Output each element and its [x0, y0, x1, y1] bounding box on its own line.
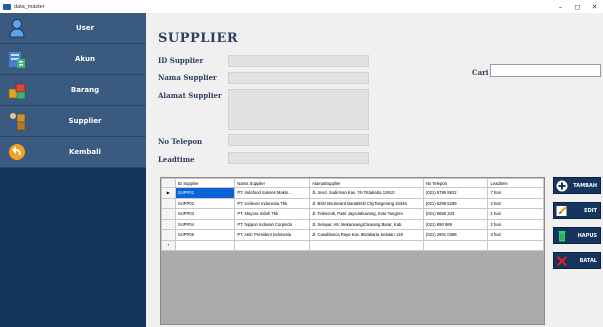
- table-cell[interactable]: (021) 890 989: [422, 218, 489, 230]
- sidebar-item-label: Kembali: [69, 148, 101, 156]
- supplier-icon: [10, 113, 26, 131]
- trash-icon: [558, 230, 566, 241]
- table-cell[interactable]: SUPP04: [174, 218, 236, 230]
- table-cell[interactable]: (021) 5655 333: [422, 208, 489, 220]
- sidebar-item-supplier[interactable]: Supplier: [0, 106, 146, 137]
- table-cell[interactable]: [309, 239, 424, 251]
- table-cell[interactable]: [174, 239, 236, 251]
- table-cell[interactable]: PT. Indofood Sukses Makm...: [234, 187, 311, 199]
- add-icon: [556, 180, 568, 191]
- table-cell[interactable]: (021) 5795 8822: [422, 187, 489, 199]
- table-cell[interactable]: [422, 239, 489, 251]
- window-controls: – ◻ ✕: [552, 0, 603, 13]
- no-telepon-label: No Telepon: [158, 137, 203, 146]
- nama-supplier-field[interactable]: [228, 72, 369, 84]
- table-cell[interactable]: 3 hari: [487, 229, 544, 241]
- table-cell[interactable]: Jl. BSD Boulevard BaratBSD CityTangerang…: [309, 197, 424, 209]
- window-title: data_master: [14, 3, 45, 10]
- table-cell[interactable]: PT. Unilever Indonesia Tbk: [234, 197, 311, 209]
- table-cell[interactable]: Jl. Casablanca Raya Kav. 88Jakarta Selat…: [309, 229, 424, 241]
- sidebar-item-akun[interactable]: Akun: [0, 44, 146, 75]
- table-cell[interactable]: Jl. Selayar, A9, MekarwangiCikarang Bara…: [309, 218, 424, 230]
- tambah-button-label: TAMBAH: [573, 182, 597, 189]
- table-cell[interactable]: [487, 239, 544, 251]
- table-cell[interactable]: 7 hari: [487, 187, 544, 199]
- user-icon: [9, 19, 25, 38]
- supplier-table[interactable]: ID Supplier Nama Supplier AlamatSupplier…: [160, 177, 545, 325]
- table-cell[interactable]: [234, 239, 311, 251]
- table-cell[interactable]: (021) 2901 0288: [422, 229, 489, 241]
- nama-supplier-label: Nama Supplier: [158, 73, 217, 82]
- column-header[interactable]: No Telepon: [422, 178, 489, 188]
- edit-button-label: EDIT: [584, 207, 597, 214]
- tambah-button[interactable]: TAMBAH: [553, 177, 601, 194]
- sidebar-item-kembali[interactable]: Kembali: [0, 137, 146, 168]
- edit-button[interactable]: EDIT: [553, 202, 601, 219]
- table-row[interactable]: SUPP03 PT. Mayora Indah Tbk Jl. Telesoni…: [161, 208, 544, 220]
- table-cell[interactable]: (021) 5299 5299: [422, 197, 489, 209]
- table-cell[interactable]: SUPP02: [174, 197, 236, 209]
- table-cell[interactable]: 1 hari: [487, 208, 544, 220]
- account-icon: [9, 52, 25, 68]
- leadtime-field[interactable]: [228, 152, 369, 164]
- no-telepon-field[interactable]: [228, 134, 369, 146]
- hapus-button-label: HAPUS: [577, 232, 597, 239]
- table-cell[interactable]: PT. ABC President Indonesia: [234, 229, 311, 241]
- table-cell[interactable]: 2 hari: [487, 218, 544, 230]
- table-cell[interactable]: PT. Mayora Indah Tbk: [234, 208, 311, 220]
- id-supplier-label: ID Supplier: [158, 56, 204, 65]
- alamat-supplier-field[interactable]: [228, 89, 369, 130]
- table-cell[interactable]: SUPP03: [174, 208, 236, 220]
- back-icon: [9, 144, 25, 160]
- batal-button-label: BATAL: [579, 257, 597, 264]
- sidebar: User Akun Barang Supplier Kembali: [0, 13, 146, 327]
- table-cell[interactable]: PT. Nippon Indosari Corpindo: [234, 218, 311, 230]
- new-row-indicator: *: [161, 239, 176, 251]
- sidebar-item-label: User: [75, 24, 95, 32]
- id-supplier-field[interactable]: [228, 55, 369, 67]
- maximize-button[interactable]: ◻: [569, 0, 586, 13]
- hapus-button[interactable]: HAPUS: [553, 227, 601, 244]
- table-row[interactable]: SUPP04 PT. Nippon Indosari Corpindo Jl. …: [161, 218, 544, 230]
- edit-icon: [556, 205, 567, 216]
- table-header-row: ID Supplier Nama Supplier AlamatSupplier…: [161, 178, 544, 188]
- title-bar: data_master – ◻ ✕: [0, 0, 603, 13]
- sidebar-item-label: Akun: [74, 55, 96, 63]
- cancel-x-icon: [557, 255, 567, 266]
- page-title: SUPPLIER: [158, 31, 239, 46]
- sidebar-item-barang[interactable]: Barang: [0, 75, 146, 106]
- sidebar-item-user[interactable]: User: [0, 13, 146, 44]
- row-header: [161, 218, 176, 230]
- app-icon: [3, 3, 11, 10]
- alamat-supplier-label: Alamat Supplier: [158, 91, 222, 100]
- sidebar-item-label: Barang: [70, 86, 100, 94]
- table-row[interactable]: ▶ SUPP01 PT. Indofood Sukses Makm... Jl.…: [161, 187, 544, 199]
- table-cell[interactable]: 2 hari: [487, 197, 544, 209]
- current-row-indicator: ▶: [161, 187, 176, 199]
- leadtime-label: Leadtime: [158, 155, 195, 164]
- column-header[interactable]: Leadtime: [487, 178, 544, 188]
- sidebar-item-label: Supplier: [68, 117, 102, 125]
- goods-icon: [8, 83, 26, 100]
- search-label: Cari: [472, 68, 489, 77]
- table-row[interactable]: SUPP02 PT. Unilever Indonesia Tbk Jl. BS…: [161, 197, 544, 209]
- search-input[interactable]: [490, 64, 601, 77]
- row-header: [161, 197, 176, 209]
- table-cell[interactable]: Jl. Telesonik, Pasir JayaJatiuwung, Kota…: [309, 208, 424, 220]
- close-button[interactable]: ✕: [586, 0, 603, 13]
- row-header: [161, 229, 176, 241]
- row-header-corner: [161, 178, 176, 188]
- row-header: [161, 208, 176, 220]
- new-row[interactable]: *: [161, 239, 544, 251]
- batal-button[interactable]: BATAL: [553, 252, 601, 269]
- main-panel: SUPPLIER ID Supplier Nama Supplier Alama…: [146, 13, 603, 327]
- minimize-button[interactable]: –: [552, 0, 569, 13]
- table-cell[interactable]: SUPP05: [174, 229, 236, 241]
- table-cell[interactable]: Jl. Jend. Sudirman Kav. 76-78Jakarta 129…: [309, 187, 424, 199]
- column-header[interactable]: ID Supplier: [174, 178, 236, 188]
- column-header[interactable]: Nama Supplier: [234, 178, 311, 188]
- table-cell[interactable]: SUPP01: [174, 187, 236, 199]
- column-header[interactable]: AlamatSupplier: [309, 178, 424, 188]
- table-row[interactable]: SUPP05 PT. ABC President Indonesia Jl. C…: [161, 229, 544, 241]
